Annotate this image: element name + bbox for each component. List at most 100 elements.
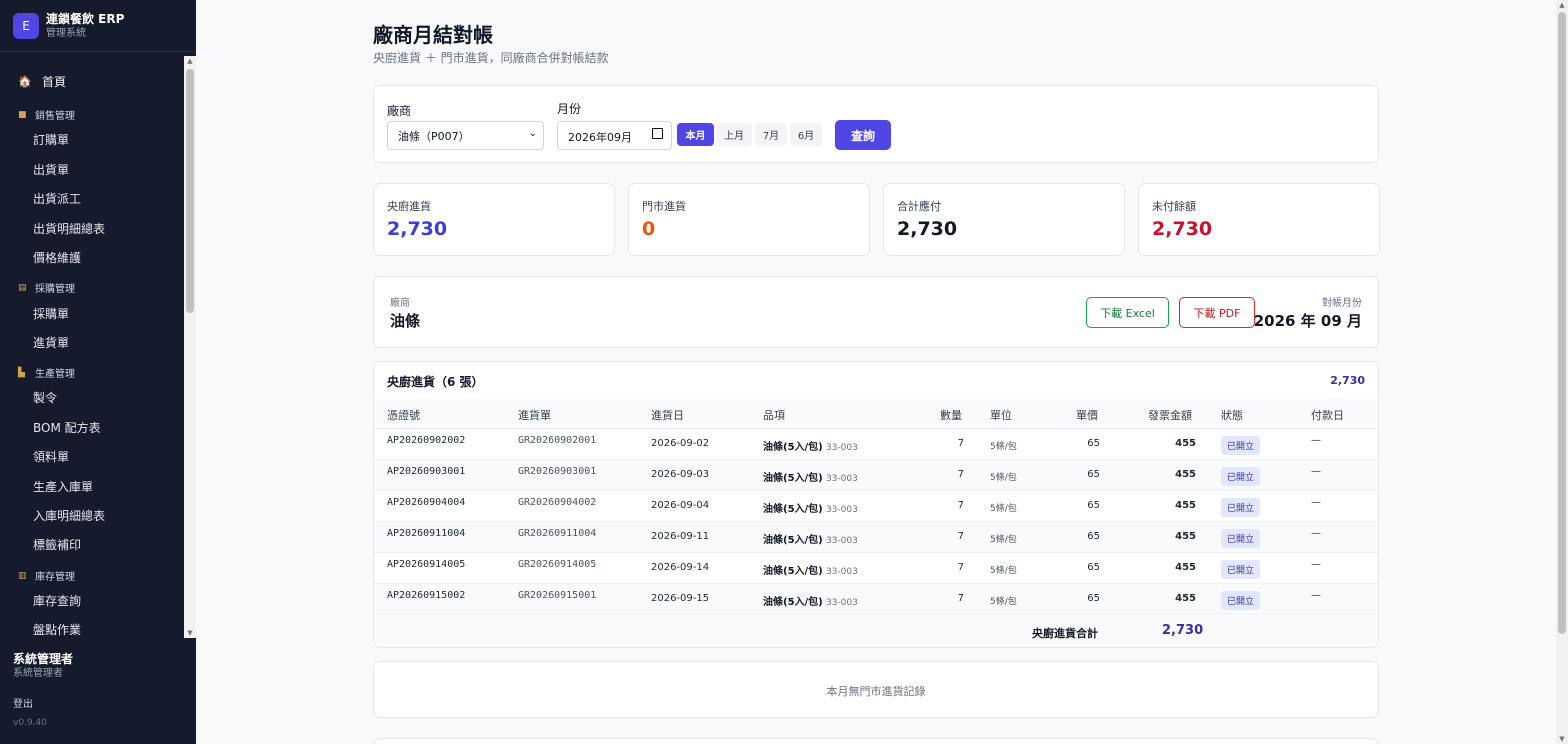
cell-amount: 455 [1175, 469, 1196, 480]
scrollbar-thumb[interactable] [186, 69, 194, 313]
chip-last-month[interactable]: 上月 [716, 123, 752, 146]
cell-receipt[interactable]: GR20260904002 [518, 497, 596, 508]
stat-label: 門市進貨 [642, 200, 686, 213]
table-body: AP20260902002 GR20260902001 2026-09-02 油條(5… [374, 429, 1378, 615]
table-row[interactable]: AP20260904004 GR20260904002 2026-09-04 油條(5… [374, 491, 1378, 522]
table-row[interactable]: AP20260915002 GR20260915001 2026-09-15 油條(5… [374, 584, 1378, 615]
cell-unit: 5條/包 [990, 473, 1017, 483]
cell-date: 2026-09-15 [651, 593, 710, 604]
scroll-down-icon[interactable]: ▼ [186, 629, 194, 637]
cell-paid-date: — [1311, 497, 1321, 508]
cell-item: 油條(5入/包) 33-003 [763, 593, 858, 608]
cell-voucher[interactable]: AP20260915002 [387, 590, 465, 601]
cell-price: 65 [1087, 562, 1100, 573]
table-total: 2,730 [1330, 374, 1365, 387]
sidebar-item-material-issue[interactable]: 領料單 [33, 448, 69, 465]
cell-voucher[interactable]: AP20260902002 [387, 435, 465, 446]
col-date: 進貨日 [651, 409, 684, 422]
sidebar-item-pricing[interactable]: 價格維護 [33, 249, 81, 266]
sidebar-group-inventory[interactable]: ▥ 庫存管理 [18, 568, 75, 584]
table-row[interactable]: AP20260902002 GR20260902001 2026-09-02 油條(5… [374, 429, 1378, 460]
scrollbar-thumb[interactable] [1558, 12, 1566, 634]
scroll-up-icon[interactable]: ▲ [186, 57, 194, 65]
sidebar-item-home[interactable]: 🏠 首頁 [18, 73, 66, 90]
cell-price: 65 [1087, 500, 1100, 511]
next-card [373, 738, 1379, 744]
download-pdf-button[interactable]: 下載 PDF [1179, 297, 1255, 328]
table-row[interactable]: AP20260914005 GR20260914005 2026-09-14 油條(5… [374, 553, 1378, 584]
logout-link[interactable]: 登出 [13, 695, 33, 710]
chip-this-month[interactable]: 本月 [677, 123, 714, 146]
cell-qty: 7 [957, 593, 964, 604]
col-status: 狀態 [1221, 409, 1243, 422]
sidebar-group-purchase[interactable]: ▤ 採購管理 [18, 280, 75, 296]
table-row[interactable]: AP20260911004 GR20260911004 2026-09-11 油條(5… [374, 522, 1378, 553]
box-icon: ■ [18, 109, 27, 120]
cell-amount: 455 [1175, 562, 1196, 573]
cell-paid-date: — [1311, 435, 1321, 446]
sidebar-group-production[interactable]: ▙ 生產管理 [18, 365, 75, 381]
sidebar-item-receipt-summary[interactable]: 入庫明細總表 [33, 507, 105, 524]
vendor-select[interactable]: 油條（P007） ⌄ [387, 121, 544, 150]
sidebar-item-purchase-order[interactable]: 採購單 [33, 305, 69, 322]
cell-item: 油條(5入/包) 33-003 [763, 469, 858, 484]
filter-card: 廠商 油條（P007） ⌄ 月份 2026年09月 本月 上月 7月 6月 查詢 [373, 85, 1379, 163]
cell-voucher[interactable]: AP20260911004 [387, 528, 465, 539]
period-label: 對帳月份 [1322, 298, 1362, 309]
chip-july[interactable]: 7月 [755, 123, 787, 146]
cell-price: 65 [1087, 438, 1100, 449]
sidebar-item-label-reprint[interactable]: 標籤補印 [33, 536, 81, 553]
cell-receipt[interactable]: GR20260911004 [518, 528, 596, 539]
cell-receipt[interactable]: GR20260915001 [518, 590, 596, 601]
item-name: 油條(5入/包) [763, 566, 823, 577]
month-input[interactable]: 2026年09月 [557, 121, 672, 150]
cell-receipt[interactable]: GR20260903001 [518, 466, 596, 477]
sidebar-nav: 🏠 首頁 ■ 銷售管理 訂購單 出貨單 出貨派工 出貨明細總表 價格維護 ▤ 採… [0, 56, 184, 638]
sidebar-item-shipment[interactable]: 出貨單 [33, 161, 69, 178]
factory-icon: ▙ [18, 367, 25, 378]
sidebar-item-order[interactable]: 訂購單 [33, 131, 69, 148]
sidebar-item-stocktake[interactable]: 盤點作業 [33, 621, 81, 638]
brand[interactable]: E 連鎖餐飲 ERP 管理系統 [0, 0, 196, 52]
status-badge: 已開立 [1221, 467, 1261, 486]
sidebar-group-sales[interactable]: ■ 銷售管理 [18, 107, 75, 123]
item-code: 33-003 [825, 505, 858, 515]
page-scrollbar[interactable]: ▲ ▼ [1556, 0, 1568, 744]
cell-qty: 7 [957, 438, 964, 449]
cell-voucher[interactable]: AP20260903001 [387, 466, 465, 477]
sidebar-item-dispatch[interactable]: 出貨派工 [33, 190, 81, 207]
sidebar-group-label: 庫存管理 [35, 572, 75, 583]
cell-date: 2026-09-14 [651, 562, 710, 573]
page-title: 廠商月結對帳 [373, 23, 493, 47]
cell-voucher[interactable]: AP20260914005 [387, 559, 465, 570]
status-badge: 已開立 [1221, 591, 1261, 610]
sidebar-item-shipment-summary[interactable]: 出貨明細總表 [33, 220, 105, 237]
cell-paid-date: — [1311, 466, 1321, 477]
sidebar-item-stock-query[interactable]: 庫存查詢 [33, 592, 81, 609]
sidebar-item-receipt[interactable]: 進貨單 [33, 334, 69, 351]
sidebar-item-production-receipt[interactable]: 生產入庫單 [33, 478, 93, 495]
query-button[interactable]: 查詢 [835, 120, 891, 150]
scroll-down-icon[interactable]: ▼ [1558, 735, 1566, 743]
cell-item: 油條(5入/包) 33-003 [763, 438, 858, 453]
cell-item: 油條(5入/包) 33-003 [763, 562, 858, 577]
vendor-select-value: 油條（P007） [398, 130, 470, 143]
cell-qty: 7 [957, 562, 964, 573]
sidebar-scrollbar[interactable]: ▲ ▼ [184, 56, 196, 638]
download-excel-button[interactable]: 下載 Excel [1086, 297, 1169, 328]
chip-june[interactable]: 6月 [790, 123, 822, 146]
empty-state-text: 本月無門市進貨記錄 [826, 685, 926, 698]
scroll-up-icon[interactable]: ▲ [1558, 1, 1566, 9]
stat-value: 2,730 [897, 218, 958, 240]
stat-card-central: 央廚進貨 2,730 [373, 183, 615, 256]
table-row[interactable]: AP20260903001 GR20260903001 2026-09-03 油條(5… [374, 460, 1378, 491]
cell-receipt[interactable]: GR20260914005 [518, 559, 596, 570]
sidebar-item-bom[interactable]: BOM 配方表 [33, 419, 101, 436]
cell-qty: 7 [957, 531, 964, 542]
cell-voucher[interactable]: AP20260904004 [387, 497, 465, 508]
calendar-icon[interactable] [652, 128, 663, 139]
item-name: 油條(5入/包) [763, 442, 823, 453]
cell-receipt[interactable]: GR20260902001 [518, 435, 596, 446]
sidebar-item-work-order[interactable]: 製令 [33, 389, 57, 406]
cell-amount: 455 [1175, 438, 1196, 449]
